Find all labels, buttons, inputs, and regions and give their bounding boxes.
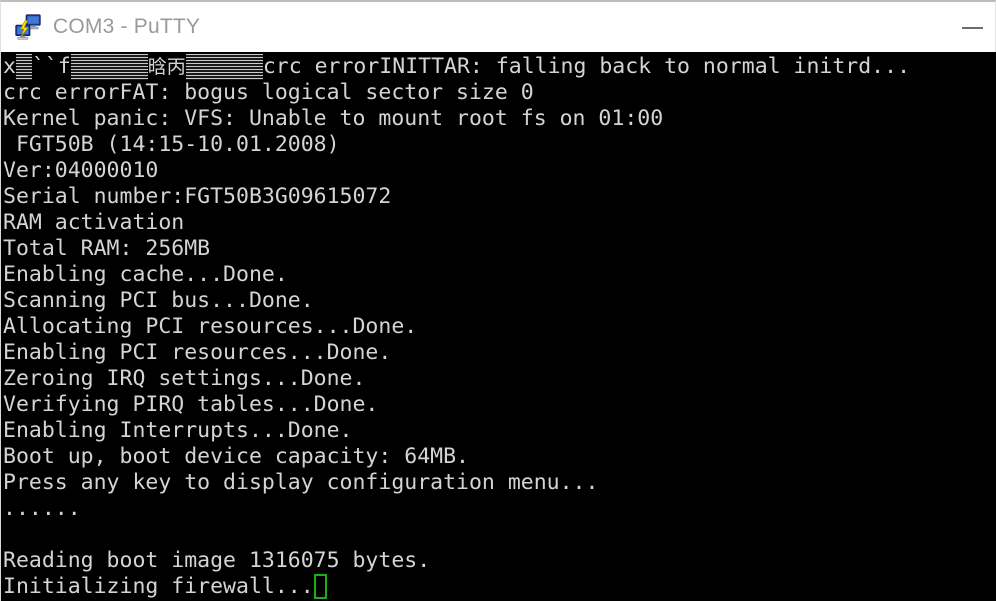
putty-app-icon [15,14,41,40]
glitch-block-1 [15,54,32,80]
terminal-line: Press any key to display configuration m… [3,470,599,495]
terminal-line: Verifying PIRQ tables...Done. [3,392,379,417]
minimize-button[interactable] [949,2,995,54]
terminal-line-active: Initializing firewall... [3,574,995,600]
terminal-line: Scanning PCI bus...Done. [3,288,314,313]
terminal-cursor [313,574,327,599]
terminal-line: Enabling Interrupts...Done. [3,418,353,443]
terminal-line: RAM activation [3,210,185,235]
terminal-lines: x ``f 晗丙 crc errorINITTAR: falling back to … [3,54,995,600]
terminal-line: Kernel panic: VFS: Unable to mount root … [3,106,664,131]
glitch-block-2 [70,54,148,80]
terminal-line: Boot up, boot device capacity: 64MB. [3,444,469,469]
terminal-line: Serial number:FGT50B3G09615072 [3,184,392,209]
garbled-mid: ``f [31,54,71,79]
garbled-suffix: crc errorINITTAR: falling back to normal… [262,54,911,79]
window-controls [949,2,995,54]
window-title: COM3 - PuTTY [53,15,201,38]
window-titlebar[interactable]: COM3 - PuTTY [0,0,996,52]
terminal-line: FGT50B (14:15-10.01.2008) [3,132,340,157]
terminal-output-area[interactable]: x ``f 晗丙 crc errorINITTAR: falling back to … [0,52,996,601]
terminal-line: Enabling cache...Done. [3,262,288,287]
terminal-line-garbled: x ``f 晗丙 crc errorINITTAR: falling back to … [3,54,995,80]
putty-window: COM3 - PuTTY x ``f 晗丙 crc errorINITTAR: fal… [0,0,996,601]
terminal-line: Enabling PCI resources...Done. [3,340,392,365]
garbled-prefix: x [3,54,16,79]
terminal-line: crc errorFAT: bogus logical sector size … [3,80,534,105]
terminal-line: Allocating PCI resources...Done. [3,314,418,339]
terminal-line: Ver:04000010 [3,158,159,183]
terminal-line: ...... [3,496,81,521]
minimize-icon [961,27,983,29]
garbled-cjk-chars: 晗丙 [147,54,186,80]
terminal-line: Reading boot image 1316075 bytes. [3,548,431,573]
terminal-line: Total RAM: 256MB [3,236,211,261]
terminal-line: Zeroing IRQ settings...Done. [3,366,366,391]
terminal-line-text: Initializing firewall... [3,574,314,599]
glitch-block-3 [185,54,263,80]
